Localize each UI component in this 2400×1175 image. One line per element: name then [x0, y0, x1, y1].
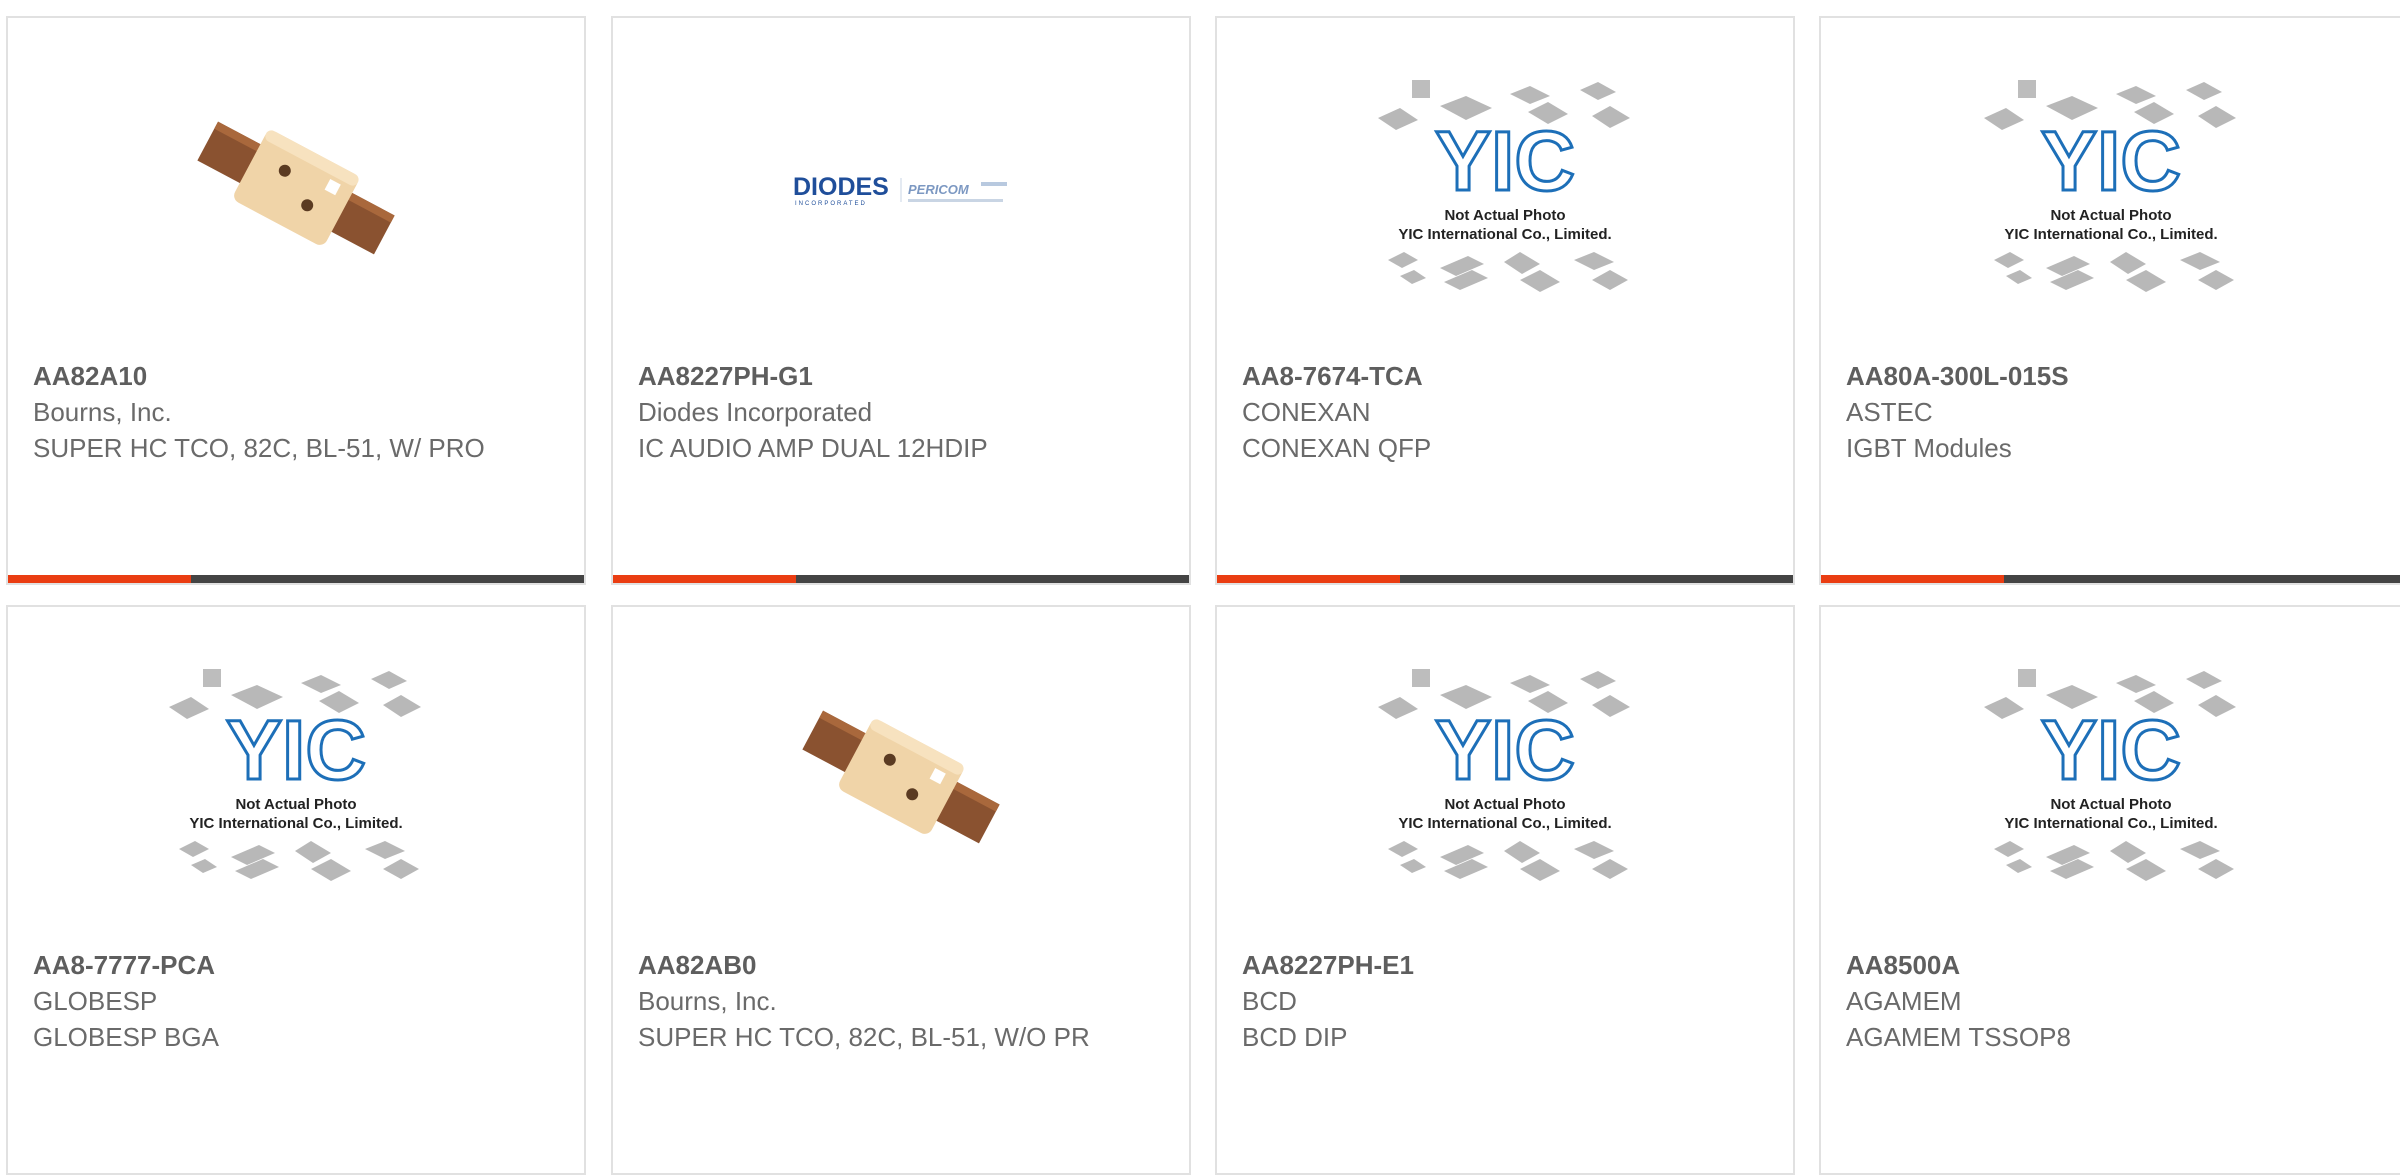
card-bar — [1821, 575, 2400, 583]
product-image[interactable]: YIC Not Actual Photo YIC International C… — [1217, 18, 1793, 358]
placeholder-caption-line2: YIC International Co., Limited. — [189, 815, 402, 832]
card-bar-accent — [1821, 575, 2004, 583]
brand-name: AGAMEM — [1846, 986, 1962, 1016]
not-actual-photo-placeholder: YIC Not Actual Photo YIC International C… — [1983, 80, 2236, 292]
thermal-cutoff-image — [796, 677, 1006, 877]
yic-logo: YIC — [2040, 114, 2180, 208]
placeholder-caption-line1: Not Actual Photo — [235, 796, 356, 813]
diodes-pericom-logo: DIODES INCORPORATED PERICOM — [793, 173, 1007, 207]
product-image[interactable]: YIC Not Actual Photo YIC International C… — [8, 607, 584, 947]
pericom-logo-text: PERICOM — [908, 182, 970, 197]
product-info: AA80A-300L-015S ASTEC IGBT Modules — [1846, 358, 2316, 466]
card-bar — [613, 575, 1189, 583]
placeholder-caption-line1: Not Actual Photo — [2050, 207, 2171, 224]
product-description: IC AUDIO AMP DUAL 12HDIP — [638, 433, 988, 463]
product-info: AA8-7674-TCA CONEXAN CONEXAN QFP — [1242, 358, 1712, 466]
product-info: AA8-7777-PCA GLOBESP GLOBESP BGA — [33, 947, 503, 1055]
placeholder-caption-line1: Not Actual Photo — [1444, 796, 1565, 813]
brand-name: Bourns, Inc. — [638, 986, 777, 1016]
product-card[interactable]: YIC Not Actual Photo YIC International C… — [1215, 605, 1795, 1175]
product-info: AA8227PH-G1 Diodes Incorporated IC AUDIO… — [638, 358, 1108, 466]
product-card[interactable]: AA82AB0 Bourns, Inc. SUPER HC TCO, 82C, … — [611, 605, 1191, 1175]
product-card[interactable]: DIODES INCORPORATED PERICOM AA8227PH-G1 … — [611, 16, 1191, 585]
product-image[interactable]: YIC Not Actual Photo YIC International C… — [1821, 18, 2400, 358]
part-number[interactable]: AA82AB0 — [638, 950, 757, 980]
product-description: SUPER HC TCO, 82C, BL-51, W/ PRO — [33, 433, 485, 463]
placeholder-caption-line2: YIC International Co., Limited. — [2004, 815, 2217, 832]
placeholder-caption-line1: Not Actual Photo — [1444, 207, 1565, 224]
product-info: AA82AB0 Bourns, Inc. SUPER HC TCO, 82C, … — [638, 947, 1108, 1055]
brand-name: GLOBESP — [33, 986, 158, 1016]
diodes-logo-text: DIODES — [793, 173, 889, 201]
product-description: GLOBESP BGA — [33, 1022, 219, 1052]
product-card[interactable]: YIC Not Actual Photo YIC International C… — [1819, 605, 2400, 1175]
yic-logo: YIC — [226, 703, 366, 797]
product-image[interactable]: DIODES INCORPORATED PERICOM — [613, 18, 1189, 358]
product-image[interactable]: YIC Not Actual Photo YIC International C… — [1217, 607, 1793, 947]
card-bar-accent — [613, 575, 796, 583]
product-description: IGBT Modules — [1846, 433, 2012, 463]
part-number[interactable]: AA8-7674-TCA — [1242, 361, 1423, 391]
brand-name: CONEXAN — [1242, 397, 1371, 427]
card-bar — [8, 575, 584, 583]
product-image[interactable] — [613, 607, 1189, 947]
yic-logo: YIC — [1435, 114, 1575, 208]
not-actual-photo-placeholder: YIC Not Actual Photo YIC International C… — [1983, 669, 2236, 881]
part-number[interactable]: AA82A10 — [33, 361, 147, 391]
brand-name: Diodes Incorporated — [638, 397, 873, 427]
product-description: CONEXAN QFP — [1242, 433, 1432, 463]
brand-name: ASTEC — [1846, 397, 1933, 427]
product-info: AA82A10 Bourns, Inc. SUPER HC TCO, 82C, … — [33, 358, 503, 466]
placeholder-caption-line2: YIC International Co., Limited. — [1398, 226, 1611, 243]
product-card[interactable]: AA82A10 Bourns, Inc. SUPER HC TCO, 82C, … — [6, 16, 586, 585]
part-number[interactable]: AA8500A — [1846, 950, 1960, 980]
yic-logo: YIC — [2040, 703, 2180, 797]
product-image[interactable]: YIC Not Actual Photo YIC International C… — [1821, 607, 2400, 947]
yic-logo: YIC — [1435, 703, 1575, 797]
product-description: BCD DIP — [1242, 1022, 1348, 1052]
product-card[interactable]: YIC Not Actual Photo YIC International C… — [1819, 16, 2400, 585]
product-description: AGAMEM TSSOP8 — [1846, 1022, 2071, 1052]
thermal-cutoff-image — [191, 88, 401, 288]
product-description: SUPER HC TCO, 82C, BL-51, W/O PR — [638, 1022, 1090, 1052]
part-number[interactable]: AA80A-300L-015S — [1846, 361, 2069, 391]
product-grid: AA82A10 Bourns, Inc. SUPER HC TCO, 82C, … — [0, 0, 2400, 1175]
placeholder-caption-line1: Not Actual Photo — [2050, 796, 2171, 813]
product-image[interactable] — [8, 18, 584, 358]
not-actual-photo-placeholder: YIC Not Actual Photo YIC International C… — [169, 669, 421, 881]
diodes-logo-subtext: INCORPORATED — [795, 201, 867, 207]
part-number[interactable]: AA8227PH-G1 — [638, 361, 813, 391]
placeholder-caption-line2: YIC International Co., Limited. — [2004, 226, 2217, 243]
product-info: AA8500A AGAMEM AGAMEM TSSOP8 — [1846, 947, 2316, 1055]
not-actual-photo-placeholder: YIC Not Actual Photo YIC International C… — [1378, 669, 1630, 881]
product-info: AA8227PH-E1 BCD BCD DIP — [1242, 947, 1712, 1055]
product-card[interactable]: YIC Not Actual Photo YIC International C… — [1215, 16, 1795, 585]
part-number[interactable]: AA8227PH-E1 — [1242, 950, 1414, 980]
not-actual-photo-placeholder: YIC Not Actual Photo YIC International C… — [1378, 80, 1630, 292]
card-bar-accent — [1217, 575, 1400, 583]
product-card[interactable]: YIC Not Actual Photo YIC International C… — [6, 605, 586, 1175]
placeholder-caption-line2: YIC International Co., Limited. — [1398, 815, 1611, 832]
card-bar — [1217, 575, 1793, 583]
brand-name: BCD — [1242, 986, 1297, 1016]
brand-name: Bourns, Inc. — [33, 397, 172, 427]
part-number[interactable]: AA8-7777-PCA — [33, 950, 215, 980]
card-bar-accent — [8, 575, 191, 583]
